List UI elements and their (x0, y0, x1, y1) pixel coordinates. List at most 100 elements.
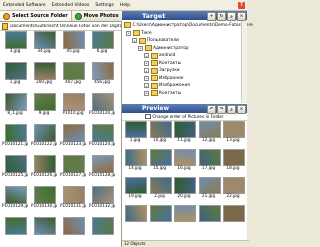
photo-thumbnail-image (34, 31, 56, 49)
preview-thumbnail[interactable] (123, 205, 147, 228)
tree-node[interactable]: + android (144, 52, 175, 59)
folder-icon (144, 45, 152, 51)
tree-scrollbar[interactable] (241, 21, 247, 103)
menu-settings[interactable]: Settings (92, 3, 116, 8)
close-icon[interactable]: × (237, 12, 246, 21)
preview-thumbnail[interactable]: 22.jpg (221, 177, 245, 200)
source-thumbnail[interactable]: P1010131.jpg (60, 186, 86, 210)
source-thumbnail[interactable]: P1010122.jpg (31, 124, 57, 148)
source-thumbnail[interactable]: P1010123.jpg (60, 124, 86, 148)
search-icon[interactable]: ⌕ (227, 12, 236, 21)
tree-node[interactable]: + Администратор (138, 45, 189, 51)
source-thumbnail[interactable]: 456.jpg (89, 62, 115, 86)
source-thumbnail[interactable]: 3.jpg (2, 31, 28, 55)
expand-icon[interactable]: + (144, 90, 149, 96)
folder-icon (150, 60, 158, 66)
expand-icon[interactable]: + (144, 83, 149, 88)
source-thumbnail[interactable]: P1010130.jpg (31, 186, 57, 210)
source-thumbnail[interactable]: P1010129.jpg (2, 186, 28, 210)
source-thumbnail[interactable] (31, 217, 57, 241)
help-icon[interactable]: ? (238, 1, 245, 9)
expand-icon[interactable]: + (144, 68, 149, 73)
preview-thumbnail[interactable]: 21.jpg (197, 177, 221, 200)
menu-extended-videos[interactable]: Extended Videos (49, 3, 93, 8)
source-thumbnail[interactable]: 45.jpg (60, 31, 86, 55)
source-thumbnail[interactable]: 1.jpg (2, 62, 28, 86)
rotate-right-icon[interactable]: ↷ (217, 105, 226, 114)
expand-icon[interactable]: + (144, 53, 149, 58)
preview-thumbnail[interactable]: 17.jpg (197, 149, 221, 172)
preview-thumbnail[interactable]: 19.jpg (123, 177, 147, 200)
source-thumbnail[interactable]: P1010124.jpg (89, 124, 115, 148)
tree-node[interactable]: + Контакты (144, 90, 181, 96)
rotate-left-icon[interactable]: ↶ (207, 105, 216, 114)
source-thumbnail[interactable]: P1010126.jpg (31, 155, 57, 179)
preview-thumbnail[interactable]: 15.jpg (148, 149, 172, 172)
preview-thumbnail[interactable] (172, 205, 196, 228)
preview-thumbnail[interactable]: 12.jpg (197, 121, 221, 144)
thumbnail-caption: P1010123.jpg (60, 141, 86, 146)
preview-thumbnail[interactable]: 1.jpg (123, 121, 147, 144)
target-title: Target (142, 11, 166, 20)
source-thumbnail[interactable]: P1010120.jpg (89, 93, 115, 117)
source-thumbnail[interactable]: 8_1.jpg (2, 93, 28, 117)
tab-select-source-folder[interactable]: Select Source Folder (0, 11, 72, 21)
target-path-row[interactable]: C:\Users\Администратор\Documents\Demo-Fo… (124, 22, 253, 28)
preview-thumbnail[interactable]: 20.jpg (172, 177, 196, 200)
change-order-checkbox[interactable] (145, 113, 151, 120)
zoom-icon[interactable]: ⌕ (227, 105, 236, 114)
preview-thumbnail[interactable]: 13.jpg (221, 121, 245, 144)
photo-thumbnail-image (149, 205, 172, 222)
tab-move-photos[interactable]: Move Photos (71, 11, 123, 21)
preview-thumbnail[interactable]: 10.jpg (148, 121, 172, 144)
tree-node[interactable]: + Избранное (144, 75, 183, 81)
thumbnail-caption: 18.jpg (226, 165, 240, 170)
change-order-checkbox-row[interactable]: Change order of Pictures in Folder (122, 113, 247, 121)
source-thumbnail[interactable]: P1010125.jpg (2, 155, 28, 179)
tree-node[interactable]: + Загрузки (144, 67, 180, 74)
new-folder-icon[interactable]: + (207, 12, 216, 21)
preview-thumbnail[interactable]: 16.jpg (172, 149, 196, 172)
source-thumbnail[interactable]: P1010132.jpg (89, 186, 115, 210)
preview-thumbnail[interactable]: 2.jpg (148, 177, 172, 200)
tree-node-label: Изображения (159, 83, 190, 88)
source-thumbnail[interactable] (89, 217, 115, 241)
expand-icon[interactable]: + (126, 30, 131, 36)
source-thumbnail[interactable]: 407.jpg (60, 62, 86, 86)
preview-thumbnail[interactable] (197, 205, 221, 228)
source-thumbnail[interactable]: P1010127.jpg (60, 155, 86, 179)
thumbnail-caption: P1010120.jpg (89, 110, 115, 115)
preview-thumbnail[interactable] (148, 205, 172, 228)
tree-node[interactable]: + Tiere (126, 30, 152, 36)
preview-thumbnail[interactable]: 18.jpg (221, 149, 245, 172)
expand-icon[interactable]: + (138, 45, 143, 51)
tree-node[interactable]: + Изображения (144, 82, 190, 89)
source-thumbnail[interactable]: 6.jpg (89, 31, 115, 55)
expand-icon[interactable]: + (144, 60, 149, 66)
delete-icon[interactable]: × (237, 105, 246, 114)
status-bar: 12 Objects (122, 240, 249, 247)
photo-thumbnail-image (92, 31, 114, 49)
source-thumbnail[interactable] (2, 217, 28, 241)
menu-extended-software[interactable]: Extended Software (0, 3, 49, 8)
source-thumbnail[interactable] (60, 217, 86, 241)
source-thumbnail[interactable]: P1010128.jpg (89, 155, 115, 179)
expand-icon[interactable]: + (144, 75, 149, 81)
preview-toolbar: ↶ ↷ ⌕ × (207, 105, 246, 114)
refresh-icon[interactable]: ↻ (217, 12, 226, 21)
thumbnail-caption: 19.jpg (128, 193, 142, 198)
preview-thumbnail[interactable]: 14.jpg (123, 149, 147, 172)
source-thumbnail[interactable]: P1010121.jpg (2, 124, 28, 148)
source-thumbnail[interactable]: 9.jpg (31, 93, 57, 117)
preview-thumbnail[interactable] (221, 205, 245, 228)
tree-node[interactable]: + Контакты (144, 60, 181, 66)
source-thumbnail[interactable]: P1010.jpg (60, 93, 86, 117)
source-thumbnail[interactable]: 34.jpg (31, 31, 57, 55)
source-thumbnail[interactable]: 200.jpg (31, 62, 57, 86)
expand-icon[interactable]: + (132, 38, 137, 43)
source-path-bar[interactable]: Documents\Gutknecht Us\neue Fotos von de… (0, 22, 121, 31)
menu-help[interactable]: Help (117, 3, 133, 8)
thumbnail-caption: 200.jpg (36, 79, 52, 84)
tree-node[interactable]: + Пользователи (132, 37, 179, 44)
preview-thumbnail[interactable]: 11.jpg (172, 121, 196, 144)
